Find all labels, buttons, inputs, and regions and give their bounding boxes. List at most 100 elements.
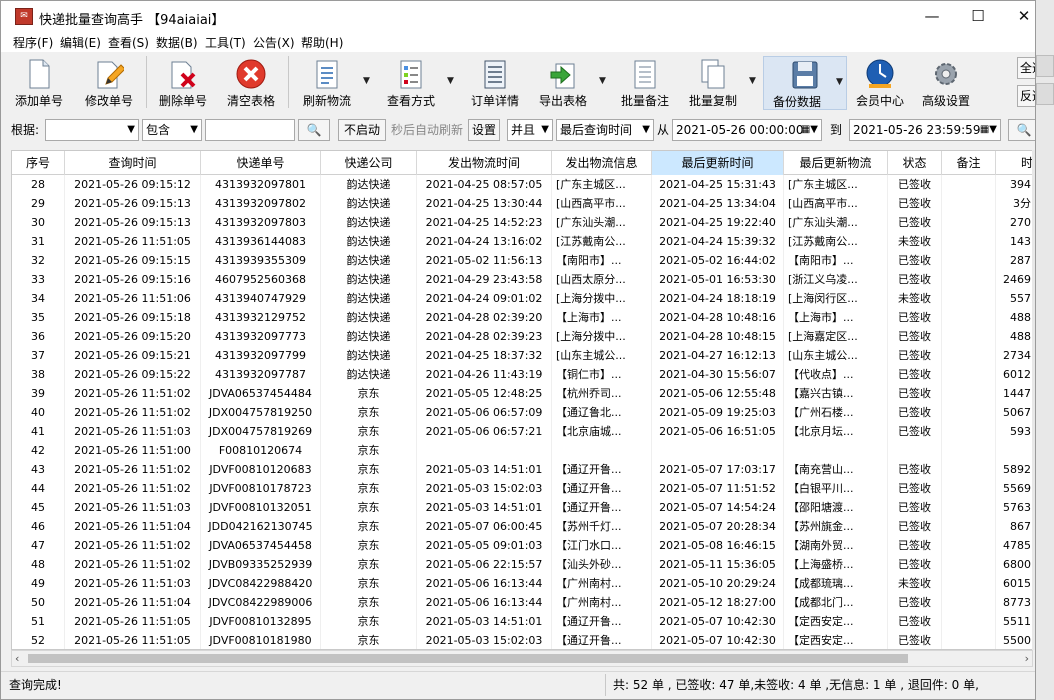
col-ship-time-header[interactable]: 发出物流时间 [417, 151, 552, 175]
col-ship-info-header[interactable]: 发出物流信息 [552, 151, 652, 175]
order-detail-button[interactable]: 订单详情 [465, 56, 525, 110]
batch-copy-button[interactable]: 批量复制 [683, 56, 743, 110]
app-icon: ✉ [15, 8, 33, 25]
col-status-cell: 已签收 [888, 365, 942, 384]
table-row[interactable]: 36 2021-05-26 09:15:20 4313932097773 韵达快递 20… [12, 327, 1032, 346]
horizontal-scrollbar[interactable]: ‹ › [11, 650, 1033, 667]
table-row[interactable]: 38 2021-05-26 09:15:22 4313932097787 韵达快递 20… [12, 365, 1032, 384]
from-date-picker[interactable]: 2021-05-26 00:00:00 ▦▼ [672, 119, 822, 141]
col-last-update-info-cell: 【南充营山... [784, 460, 888, 479]
col-courier-cell: 京东 [321, 555, 417, 574]
advanced-settings-button[interactable]: 高级设置 [917, 56, 975, 110]
table-row[interactable]: 28 2021-05-26 09:15:12 4313932097801 韵达快递 20… [12, 175, 1032, 194]
table-row[interactable]: 51 2021-05-26 11:51:05 JDVF00810132895 京东 20… [12, 612, 1032, 631]
view-mode-dropdown-arrow[interactable]: ▼ [447, 56, 457, 110]
table-row[interactable]: 50 2021-05-26 11:51:04 JDVC08422989006 京东 20… [12, 593, 1032, 612]
clear-table-button[interactable]: 清空表格 [221, 56, 281, 110]
edit-number-button[interactable]: 修改单号 [79, 56, 139, 110]
col-courier-header[interactable]: 快递公司 [321, 151, 417, 175]
date-search-button[interactable]: 🔍 [1008, 119, 1035, 141]
table-row[interactable]: 40 2021-05-26 11:51:02 JDX004757819250 京东 20… [12, 403, 1032, 422]
copy-dropdown-arrow[interactable]: ▼ [749, 56, 759, 110]
search-input[interactable] [205, 119, 295, 141]
table-row[interactable]: 34 2021-05-26 11:51:06 4313940747929 韵达快递 20… [12, 289, 1032, 308]
toolbar-separator [288, 56, 289, 108]
table-row[interactable]: 33 2021-05-26 09:15:16 4607952560368 韵达快递 20… [12, 270, 1032, 289]
col-last-update-time-cell: 2021-04-24 15:39:32 [652, 232, 784, 251]
table-row[interactable]: 43 2021-05-26 11:51:02 JDVF00810120683 京东 20… [12, 460, 1032, 479]
col-time-header[interactable]: 时 [996, 151, 1032, 175]
export-arrow-icon [550, 63, 575, 89]
col-status-cell: 已签收 [888, 517, 942, 536]
export-dropdown-arrow[interactable]: ▼ [599, 56, 609, 110]
table-row[interactable]: 39 2021-05-26 11:51:02 JDVA06537454484 京东 20… [12, 384, 1032, 403]
col-last-update-time-header[interactable]: 最后更新时间 [652, 151, 784, 175]
scroll-thumb[interactable] [28, 654, 908, 663]
export-table-button[interactable]: 导出表格 [533, 56, 593, 110]
table-row[interactable]: 41 2021-05-26 11:51:03 JDX004757819269 京东 20… [12, 422, 1032, 441]
batch-note-button[interactable]: 批量备注 [615, 56, 675, 110]
floppy-disk-icon [792, 61, 818, 89]
col-tracking-number-header[interactable]: 快递单号 [201, 151, 321, 175]
table-row[interactable]: 44 2021-05-26 11:51:02 JDVF00810178723 京东 20… [12, 479, 1032, 498]
table-row[interactable]: 35 2021-05-26 09:15:18 4313932129752 韵达快递 20… [12, 308, 1032, 327]
table-row[interactable]: 31 2021-05-26 11:51:05 4313936144083 韵达快递 20… [12, 232, 1032, 251]
member-center-button[interactable]: 会员中心 [851, 56, 909, 110]
refresh-logistics-button[interactable]: 刷新物流 [297, 56, 357, 110]
menu-notice[interactable]: 公告(X) [253, 34, 295, 51]
table-row[interactable]: 47 2021-05-26 11:51:02 JDVA06537454458 京东 20… [12, 536, 1032, 555]
menu-tools[interactable]: 工具(T) [205, 34, 246, 51]
col-remark-cell [942, 593, 996, 612]
logic-select[interactable]: 并且 ▼ [507, 119, 553, 141]
menu-bar: 程序(F) 编辑(E) 查看(S) 数据(B) 工具(T) 公告(X) 帮助(H… [1, 32, 1035, 52]
filter-mode-select[interactable]: 包含 ▼ [142, 119, 202, 141]
col-index-cell: 47 [12, 536, 65, 555]
search-button[interactable]: 🔍 [298, 119, 330, 141]
col-query-time-header[interactable]: 查询时间 [65, 151, 201, 175]
col-remark-cell [942, 346, 996, 365]
menu-view[interactable]: 查看(S) [108, 34, 149, 51]
settings-button[interactable]: 设置 [468, 119, 500, 141]
col-index-cell: 45 [12, 498, 65, 517]
menu-program[interactable]: 程序(F) [13, 34, 53, 51]
auto-refresh-toggle[interactable]: 不启动 [338, 119, 386, 141]
backup-data-button[interactable]: 备份数据 ▼ [763, 56, 847, 110]
table-row[interactable]: 32 2021-05-26 09:15:15 4313939355309 韵达快递 20… [12, 251, 1032, 270]
col-courier-cell: 京东 [321, 593, 417, 612]
minimize-button[interactable]: — [909, 1, 955, 32]
invert-select-button[interactable]: 反选 [1017, 85, 1035, 107]
menu-help[interactable]: 帮助(H) [301, 34, 343, 51]
table-row[interactable]: 52 2021-05-26 11:51:05 JDVF00810181980 京东 20… [12, 631, 1032, 649]
table-row[interactable]: 29 2021-05-26 09:15:13 4313932097802 韵达快递 20… [12, 194, 1032, 213]
add-number-button[interactable]: 添加单号 [11, 56, 67, 110]
col-index-cell: 38 [12, 365, 65, 384]
scroll-right-icon[interactable]: › [1025, 651, 1029, 666]
col-last-update-info-header[interactable]: 最后更新物流 [784, 151, 888, 175]
menu-edit[interactable]: 编辑(E) [60, 34, 101, 51]
scroll-left-icon[interactable]: ‹ [15, 651, 19, 666]
to-date-picker[interactable]: 2021-05-26 23:59:59 ▦▼ [849, 119, 1001, 141]
delete-number-button[interactable]: 删除单号 [153, 56, 213, 110]
table-row[interactable]: 46 2021-05-26 11:51:04 JDD042162130745 京东 20… [12, 517, 1032, 536]
table-row[interactable]: 49 2021-05-26 11:51:03 JDVC08422988420 京东 20… [12, 574, 1032, 593]
col-index-header[interactable]: 序号 [12, 151, 65, 175]
col-remark-header[interactable]: 备注 [942, 151, 996, 175]
table-row[interactable]: 45 2021-05-26 11:51:03 JDVF00810132051 京东 20… [12, 498, 1032, 517]
filter-field-select[interactable]: ▼ [45, 119, 139, 141]
col-ship-info-cell: [山东主城公... [552, 346, 652, 365]
col-status-header[interactable]: 状态 [888, 151, 942, 175]
time-field-select[interactable]: 最后查询时间 ▼ [556, 119, 654, 141]
col-status-cell: 已签收 [888, 555, 942, 574]
table-row[interactable]: 37 2021-05-26 09:15:21 4313932097799 韵达快递 20… [12, 346, 1032, 365]
table-row[interactable]: 48 2021-05-26 11:51:02 JDVB09335252939 京东 20… [12, 555, 1032, 574]
col-ship-time-cell: 2021-04-24 09:01:02 [417, 289, 552, 308]
menu-data[interactable]: 数据(B) [156, 34, 198, 51]
maximize-button[interactable]: ☐ [955, 1, 1001, 32]
view-mode-button[interactable]: 查看方式 [381, 56, 441, 110]
refresh-dropdown-arrow[interactable]: ▼ [363, 56, 373, 110]
select-all-button[interactable]: 全选 [1017, 57, 1035, 79]
table-row[interactable]: 30 2021-05-26 09:15:13 4313932097803 韵达快递 20… [12, 213, 1032, 232]
col-remark-cell [942, 612, 996, 631]
table-row[interactable]: 42 2021-05-26 11:51:00 F00810120674 京东 [12, 441, 1032, 460]
close-button[interactable]: ✕ [1001, 1, 1035, 32]
